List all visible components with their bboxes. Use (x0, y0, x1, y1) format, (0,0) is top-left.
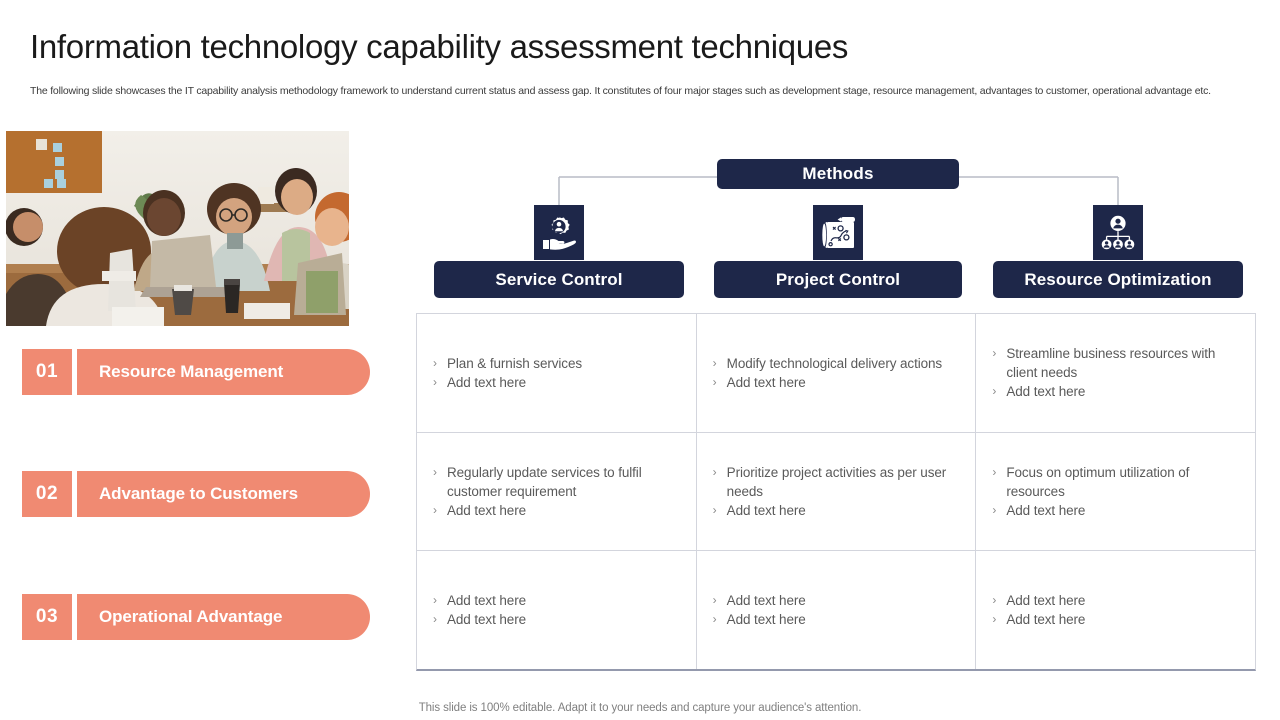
chevron-right-icon: › (433, 374, 437, 389)
list-item: › Add text here (992, 610, 1241, 629)
footer-note: This slide is 100% editable. Adapt it to… (418, 702, 862, 714)
list-item-text: Add text here (1006, 593, 1086, 609)
table-cell[interactable]: › Regularly update services to fulfil cu… (417, 432, 697, 551)
list-item: › Streamline business resources with cli… (992, 344, 1241, 382)
methods-root-box[interactable]: Methods (717, 159, 959, 189)
table-row: › Regularly update services to fulfil cu… (417, 432, 1255, 552)
service-control-icon-box (534, 205, 584, 260)
list-item-text: Add text here (726, 593, 806, 609)
team-meeting-photo (6, 131, 349, 326)
list-item-text: Add text here (726, 612, 806, 628)
table-cell[interactable]: › Focus on optimum utilization of resour… (976, 433, 1255, 551)
list-item: › Plan & furnish services (433, 354, 682, 373)
list-item-text: Streamline business resources with clien… (1006, 346, 1216, 381)
chevron-right-icon: › (712, 612, 717, 627)
table-cell[interactable]: › Streamline business resources with cli… (976, 314, 1255, 432)
chevron-right-icon: › (992, 465, 997, 479)
content-table: › Plan & furnish services › Add text her… (416, 313, 1256, 671)
chevron-right-icon: › (433, 593, 437, 608)
table-cell[interactable]: › Modify technological delivery actions … (697, 314, 977, 432)
list-item-text: Prioritize project activities as per use… (726, 465, 947, 499)
step-number: 01 (22, 349, 72, 395)
chevron-right-icon: › (992, 593, 997, 608)
page-subtitle: The following slide showcases the IT cap… (30, 85, 1211, 97)
list-item-text: Add text here (1006, 612, 1086, 628)
chevron-right-icon: › (712, 355, 717, 370)
chevron-right-icon: › (992, 612, 997, 627)
category-box-project-control[interactable]: Project Control (714, 261, 962, 298)
chevron-right-icon: › (992, 346, 997, 361)
table-cell[interactable]: › Plan & furnish services › Add text her… (417, 314, 697, 432)
list-item-text: Add text here (1006, 384, 1086, 400)
list-item-text: Add text here (1006, 503, 1086, 518)
list-item-text: Add text here (447, 612, 527, 628)
list-item-text: Add text here (447, 374, 527, 390)
list-item-text: Add text here (447, 503, 527, 518)
step-number: 03 (22, 594, 72, 640)
table-row: › Add text here › Add text here › Add te… (417, 551, 1255, 670)
step-label: Advantage to Customers (77, 471, 370, 517)
list-item: › Add text here (433, 591, 682, 610)
hand-gear-person-icon (542, 215, 576, 251)
list-item: › Add text here (992, 501, 1241, 520)
category-box-resource-optimization[interactable]: Resource Optimization (993, 261, 1243, 298)
category-label: Project Control (775, 269, 901, 289)
list-item-text: Add text here (726, 374, 806, 390)
list-item-text: Regularly update services to fulfil cust… (447, 465, 642, 499)
table-cell[interactable]: › Add text here › Add text here (697, 551, 977, 670)
chevron-right-icon: › (992, 384, 997, 399)
category-label: Resource Optimization (1024, 269, 1212, 289)
list-item: › Regularly update services to fulfil cu… (433, 463, 682, 501)
step-item-1[interactable]: 01 Resource Management (22, 349, 370, 395)
list-item: › Add text here (713, 610, 962, 629)
table-row: › Plan & furnish services › Add text her… (417, 314, 1255, 433)
step-number: 02 (22, 471, 72, 517)
chevron-right-icon: › (433, 612, 437, 627)
list-item-text: Plan & furnish services (447, 355, 583, 371)
list-item: › Add text here (713, 591, 962, 610)
list-item: › Add text here (433, 501, 682, 520)
page-title: Information technology capability assess… (30, 28, 849, 65)
list-item: › Add text here (433, 610, 682, 629)
photo-illustration (6, 131, 349, 326)
resource-optimization-icon-box (1093, 205, 1143, 260)
list-item-text: Focus on optimum utilization of resource… (1006, 465, 1190, 499)
list-item: › Add text here (433, 373, 682, 392)
strategy-board-icon (820, 215, 856, 251)
list-item-text: Add text here (447, 593, 527, 609)
methods-root-label: Methods (802, 164, 874, 183)
chevron-right-icon: › (992, 503, 997, 517)
step-label: Operational Advantage (77, 594, 370, 640)
list-item: › Add text here (713, 501, 962, 520)
list-item: › Prioritize project activities as per u… (713, 463, 962, 501)
chevron-right-icon: › (712, 593, 717, 608)
chevron-right-icon: › (433, 355, 437, 370)
chevron-right-icon: › (712, 465, 717, 479)
step-item-2[interactable]: 02 Advantage to Customers (22, 471, 370, 517)
table-cell[interactable]: › Add text here › Add text here (976, 551, 1255, 669)
project-control-icon-box (813, 205, 863, 260)
category-label: Service Control (495, 269, 623, 289)
step-label: Resource Management (77, 349, 370, 395)
org-hierarchy-icon (1101, 215, 1135, 251)
table-cell[interactable]: › Prioritize project activities as per u… (697, 432, 977, 551)
list-item: › Add text here (992, 591, 1241, 610)
chevron-right-icon: › (433, 503, 437, 517)
step-item-3[interactable]: 03 Operational Advantage (22, 594, 370, 640)
list-item: › Focus on optimum utilization of resour… (992, 463, 1241, 501)
category-box-service-control[interactable]: Service Control (434, 261, 684, 298)
chevron-right-icon: › (712, 374, 717, 389)
list-item-text: Add text here (726, 503, 806, 518)
table-cell[interactable]: › Add text here › Add text here (417, 551, 697, 670)
chevron-right-icon: › (433, 465, 437, 479)
list-item: › Add text here (713, 373, 962, 392)
list-item: › Modify technological delivery actions (713, 354, 962, 373)
list-item-text: Modify technological delivery actions (726, 355, 943, 371)
list-item: › Add text here (992, 382, 1241, 401)
chevron-right-icon: › (712, 503, 717, 517)
